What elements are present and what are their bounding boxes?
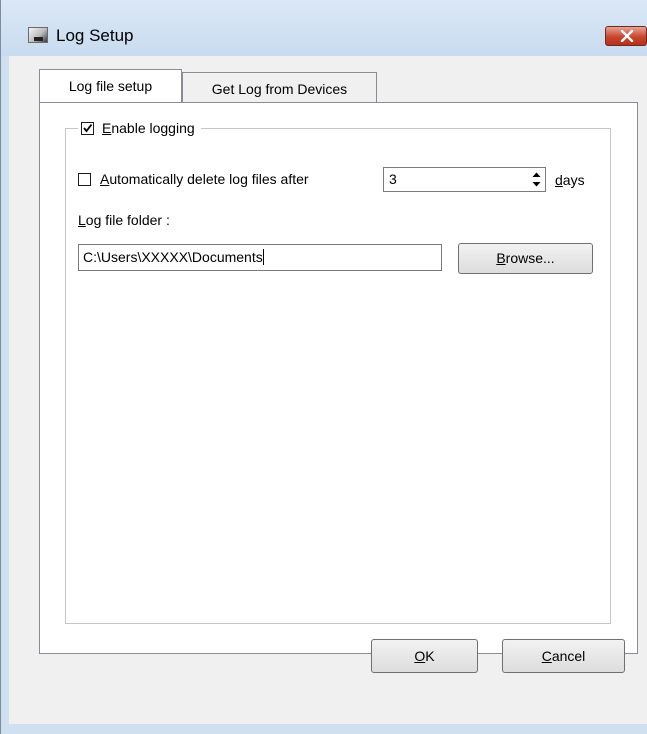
cancel-button[interactable]: Cancel — [502, 639, 625, 673]
tab-get-log-from-devices[interactable]: Get Log from Devices — [182, 72, 377, 102]
close-button[interactable] — [605, 26, 647, 46]
tab-panel-log-file-setup: Enable logging Automatically delete log … — [39, 102, 638, 654]
days-spin-buttons — [530, 170, 543, 189]
ok-button[interactable]: OK — [371, 639, 478, 673]
enable-logging-legend: Enable logging — [78, 118, 201, 138]
text-caret — [262, 249, 264, 265]
enable-logging-checkbox[interactable] — [81, 121, 94, 135]
days-value[interactable]: 3 — [389, 171, 397, 187]
enable-logging-label[interactable]: Enable logging — [102, 120, 195, 136]
enable-logging-group: Enable logging Automatically delete log … — [65, 118, 611, 624]
close-icon — [620, 30, 634, 42]
dialog-client-area: Log file setup Get Log from Devices Enab… — [9, 56, 647, 724]
window-title: Log Setup — [56, 26, 134, 45]
log-file-folder-input[interactable]: C:\Users\XXXXX\Documents — [78, 244, 442, 271]
log-setup-window: Log Setup Log file setup Get Log from De… — [0, 0, 647, 734]
log-file-folder-label: Log file folder : — [78, 212, 170, 228]
tab-log-file-setup[interactable]: Log file setup — [39, 69, 182, 102]
arrow-down-icon[interactable] — [530, 180, 543, 189]
days-unit-label: days — [555, 172, 585, 188]
browse-button[interactable]: Browse... — [458, 243, 593, 274]
auto-delete-checkbox[interactable] — [78, 172, 91, 186]
days-spinbox[interactable]: 3 — [383, 167, 546, 192]
log-setup-app-icon — [28, 27, 48, 43]
auto-delete-label[interactable]: Automatically delete log files after — [100, 171, 309, 187]
arrow-up-icon[interactable] — [530, 170, 543, 179]
title-bar[interactable]: Log Setup — [1, 0, 647, 56]
check-icon — [83, 123, 93, 132]
auto-delete-row: Automatically delete log files after — [78, 171, 309, 187]
